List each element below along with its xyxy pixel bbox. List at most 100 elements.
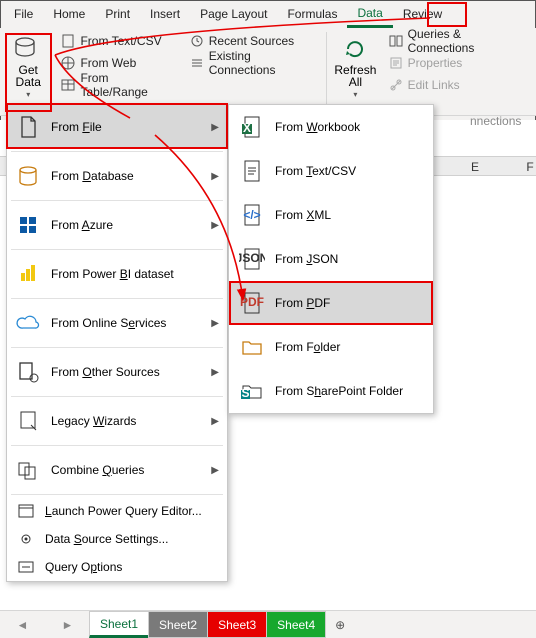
from-textcsv-button[interactable]: From Text/CSV (56, 32, 178, 50)
sheet-tab-1[interactable]: Sheet1 (89, 611, 149, 638)
mi-sp-label: From SharePoint Folder (275, 384, 403, 398)
mi-legacy-wizards[interactable]: Legacy Wizards ▶ (7, 399, 227, 443)
queries-icon (388, 33, 404, 49)
recent-sources-button[interactable]: Recent Sources (185, 32, 320, 50)
powerbi-icon (15, 261, 41, 287)
mi-from-xml[interactable]: </> From XML (229, 193, 433, 237)
existing-conn-label: Existing Connections (209, 49, 316, 77)
add-sheet-button[interactable]: ⊕ (326, 611, 354, 638)
excel-icon: X (239, 114, 265, 140)
mi-from-online[interactable]: From Online Services ▶ (7, 301, 227, 345)
connection-icon (189, 55, 205, 71)
edit-links-icon (388, 77, 404, 93)
ribbon: Get Data ▾ From Text/CSV From Web From T… (0, 28, 536, 116)
sheet-scroll[interactable]: ◄ ► (0, 611, 90, 638)
get-data-menu: From File ▶ From Database ▶ From Azure ▶… (6, 104, 228, 582)
col-F[interactable]: F (500, 160, 536, 174)
mi-from-online-label: From Online Services (51, 316, 166, 330)
mi-from-azure[interactable]: From Azure ▶ (7, 203, 227, 247)
globe-icon (60, 55, 76, 71)
mi-from-database[interactable]: From Database ▶ (7, 154, 227, 198)
col-E[interactable]: E (445, 160, 505, 174)
editor-icon (17, 502, 35, 520)
properties-button[interactable]: Properties (384, 54, 530, 72)
sheet-tab-3[interactable]: Sheet3 (207, 611, 267, 638)
table-icon (60, 77, 76, 93)
mi-pdf-label: From PDF (275, 296, 330, 310)
sheet-tabs: ◄ ► Sheet1 Sheet2 Sheet3 Sheet4 ⊕ (0, 610, 536, 638)
mi-from-file[interactable]: From File ▶ (7, 105, 227, 149)
mi-data-source-settings[interactable]: Data Source Settings... (7, 525, 227, 553)
mi-from-textcsv[interactable]: From Text/CSV (229, 149, 433, 193)
mi-query-options[interactable]: Query Options (7, 553, 227, 581)
sharepoint-icon: S (239, 378, 265, 404)
mi-from-other[interactable]: From Other Sources ▶ (7, 350, 227, 394)
queries-conn-label: Queries & Connections (408, 27, 526, 55)
scroll-first-icon[interactable]: ◄ (17, 618, 29, 632)
mi-folder-label: From Folder (275, 340, 340, 354)
mi-from-pdf[interactable]: PDF From PDF (229, 281, 433, 325)
edit-links-button[interactable]: Edit Links (384, 76, 530, 94)
chevron-right-icon: ▶ (211, 318, 219, 329)
xml-icon: </> (239, 202, 265, 228)
database-icon (15, 163, 41, 189)
sheet-tab-2[interactable]: Sheet2 (148, 611, 208, 638)
mi-launch-label: Launch Power Query Editor... (45, 504, 202, 518)
from-file-submenu: X From Workbook From Text/CSV </> From X… (228, 104, 434, 414)
refresh-all-label: Refresh All (334, 64, 376, 88)
mi-textcsv-label: From Text/CSV (275, 164, 356, 178)
recent-icon (189, 33, 205, 49)
existing-conn-button[interactable]: Existing Connections (185, 54, 320, 72)
other-icon (15, 359, 41, 385)
recent-sources-label: Recent Sources (209, 34, 294, 48)
svg-text:X: X (243, 121, 251, 135)
mi-legacy-label: Legacy Wizards (51, 414, 136, 428)
refresh-all-button[interactable]: Refresh All ▾ (333, 32, 377, 110)
get-data-label: Get Data (16, 64, 41, 88)
chevron-right-icon: ▶ (211, 367, 219, 378)
queries-group-tail: nnections (470, 114, 521, 128)
wizard-icon (15, 408, 41, 434)
file-icon (15, 114, 41, 140)
mi-from-database-label: From Database (51, 169, 134, 183)
queries-conn-button[interactable]: Queries & Connections (384, 32, 530, 50)
cloud-icon (15, 310, 41, 336)
edit-links-label: Edit Links (408, 78, 460, 92)
chevron-down-icon: ▾ (26, 90, 30, 99)
scroll-last-icon[interactable]: ► (62, 618, 74, 632)
mi-from-folder[interactable]: From Folder (229, 325, 433, 369)
from-web-button[interactable]: From Web (56, 54, 178, 72)
mi-launch-pqe[interactable]: Launch Power Query Editor... (7, 497, 227, 525)
chevron-down-icon: ▾ (353, 90, 357, 99)
plus-icon: ⊕ (335, 618, 345, 632)
ribbon-separator (326, 32, 327, 110)
svg-text:JSON: JSON (239, 251, 265, 265)
mi-from-json[interactable]: JSON From JSON (229, 237, 433, 281)
mi-json-label: From JSON (275, 252, 338, 266)
properties-label: Properties (408, 56, 463, 70)
mi-workbook-label: From Workbook (275, 120, 360, 134)
properties-icon (388, 55, 404, 71)
gear-icon (17, 530, 35, 548)
from-range-button[interactable]: From Table/Range (56, 76, 178, 94)
mi-xml-label: From XML (275, 208, 331, 222)
mi-from-workbook[interactable]: X From Workbook (229, 105, 433, 149)
mi-from-powerbi[interactable]: From Power BI dataset (7, 252, 227, 296)
from-web-label: From Web (80, 56, 136, 70)
folder-icon (239, 334, 265, 360)
chevron-right-icon: ▶ (211, 122, 219, 133)
options-icon (17, 558, 35, 576)
mi-opts-label: Query Options (45, 560, 122, 574)
mi-ds-label: Data Source Settings... (45, 532, 168, 546)
mi-combine-queries[interactable]: Combine Queries ▶ (7, 448, 227, 492)
textcsv-icon (239, 158, 265, 184)
mi-from-powerbi-label: From Power BI dataset (51, 267, 174, 281)
mi-from-other-label: From Other Sources (51, 365, 160, 379)
mi-from-azure-label: From Azure (51, 218, 113, 232)
get-data-button[interactable]: Get Data ▾ (6, 32, 50, 110)
sheet-tab-4[interactable]: Sheet4 (266, 611, 326, 638)
pdf-icon: PDF (239, 290, 265, 316)
from-range-label: From Table/Range (80, 71, 174, 99)
chevron-right-icon: ▶ (211, 465, 219, 476)
mi-from-sharepoint[interactable]: S From SharePoint Folder (229, 369, 433, 413)
